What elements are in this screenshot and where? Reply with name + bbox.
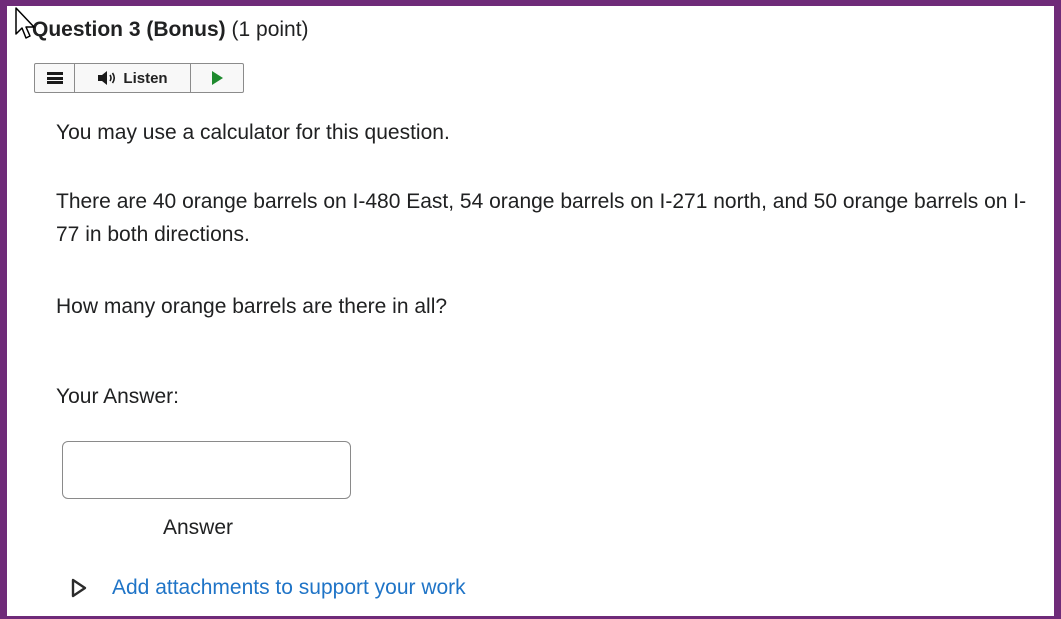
question-body: There are 40 orange barrels on I-480 Eas… [56, 190, 1027, 246]
listen-button[interactable]: Listen [75, 64, 191, 92]
speaker-icon [98, 71, 116, 85]
readspeaker-toolbar: Listen [34, 63, 244, 93]
question-title: Question 3 (Bonus) (1 point) [32, 16, 309, 44]
play-icon [211, 71, 223, 85]
question-number: Question 3 (Bonus) [32, 18, 226, 41]
play-button[interactable] [191, 64, 243, 92]
answer-label: Your Answer: [56, 385, 179, 408]
instruction-text: You may use a calculator for this questi… [56, 121, 450, 144]
menu-icon [46, 72, 63, 84]
menu-button[interactable] [35, 64, 75, 92]
add-attachments-text: Add attachments to support your work [112, 576, 466, 599]
expand-triangle-icon [71, 578, 87, 598]
mouse-pointer-icon [15, 7, 35, 39]
question-prompt: How many orange barrels are there in all… [56, 295, 448, 318]
answer-input[interactable] [62, 441, 351, 499]
answer-caption: Answer [163, 516, 234, 539]
add-attachments-link[interactable]: Add attachments to support your work [68, 574, 466, 602]
question-points: (1 point) [231, 18, 309, 41]
listen-label: Listen [123, 69, 168, 87]
